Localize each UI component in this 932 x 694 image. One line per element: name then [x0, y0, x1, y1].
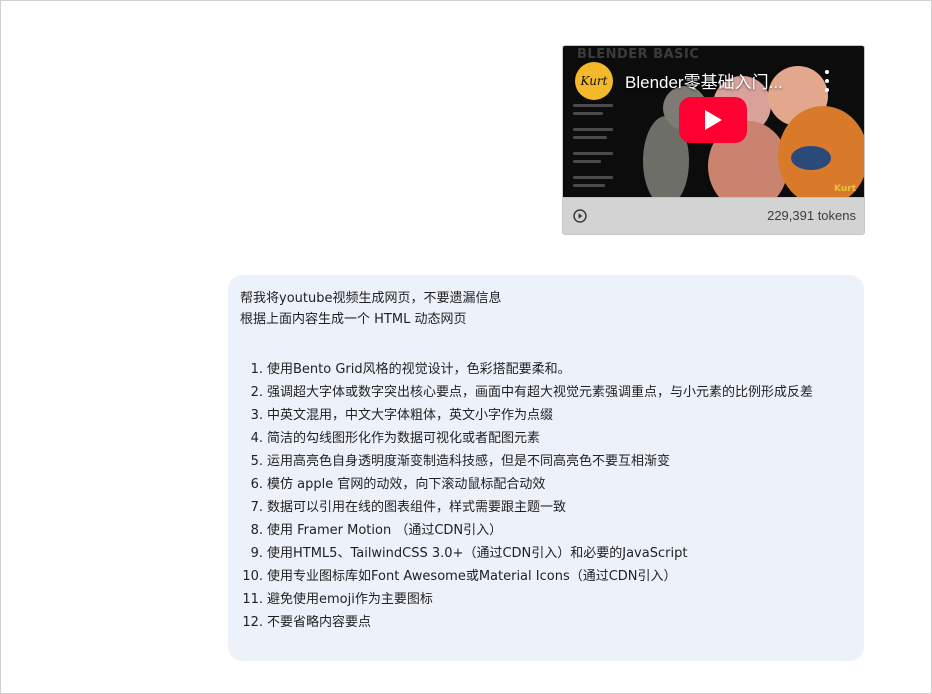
thumbnail-menu-text: [573, 160, 601, 163]
list-item-text: 使用HTML5、TailwindCSS 3.0+（通过CDN引入）和必要的Jav…: [267, 546, 688, 561]
thumbnail-menu-text: [573, 152, 613, 155]
thumbnail-menu-text: [573, 184, 605, 187]
requirements-list: 1. 使用Bento Grid风格的视觉设计，色彩搭配要柔和。 2. 强调超大字体或…: [240, 358, 813, 634]
list-item-text: 使用 Framer Motion （通过CDN引入）: [267, 523, 503, 538]
message-line-2: 根据上面内容生成一个 HTML 动态网页: [240, 312, 467, 327]
token-count: 229,391 tokens: [767, 208, 856, 223]
list-item: 7. 数据可以引用在线的图表组件，样式需要跟主题一致: [240, 496, 813, 519]
video-title[interactable]: Blender零基础入门...: [625, 68, 783, 93]
video-attachment-card[interactable]: BLENDER BASIC Kurt Blender零基础入门... Kurt: [562, 45, 865, 235]
youtube-play-button[interactable]: [679, 97, 747, 143]
list-item: 11. 避免使用emoji作为主要图标: [240, 588, 813, 611]
thumbnail-menu-text: [573, 128, 613, 131]
thumbnail-menu-text: [573, 136, 607, 139]
list-item: 2. 强调超大字体或数字突出核心要点，画面中有超大视觉元素强调重点，与小元素的比例…: [240, 381, 813, 404]
message-line-1: 帮我将youtube视频生成网页，不要遗漏信息: [240, 291, 502, 306]
list-item-text: 避免使用emoji作为主要图标: [267, 592, 433, 607]
list-item-text: 数据可以引用在线的图表组件，样式需要跟主题一致: [267, 500, 567, 515]
video-thumbnail[interactable]: BLENDER BASIC Kurt Blender零基础入门... Kurt: [563, 46, 864, 197]
play-icon: [705, 110, 722, 130]
list-item: 10. 使用专业图标库如Font Awesome或Material Icons（通…: [240, 565, 813, 588]
thumbnail-menu-text: [573, 112, 603, 115]
more-options-icon[interactable]: [820, 70, 834, 92]
thumbnail-corner-mark: Kurt: [834, 184, 856, 194]
list-item-text: 使用Bento Grid风格的视觉设计，色彩搭配要柔和。: [267, 362, 571, 377]
thumbnail-watermark: BLENDER BASIC: [577, 47, 700, 62]
list-item-text: 中英文混用，中文大字体粗体，英文小字作为点缀: [267, 408, 554, 423]
user-message-bubble: 帮我将youtube视频生成网页，不要遗漏信息 根据上面内容生成一个 HTML …: [228, 275, 864, 661]
list-item: 9. 使用HTML5、TailwindCSS 3.0+（通过CDN引入）和必要的J…: [240, 542, 813, 565]
list-item: 1. 使用Bento Grid风格的视觉设计，色彩搭配要柔和。: [240, 358, 813, 381]
list-item-text: 不要省略内容要点: [267, 615, 372, 630]
channel-avatar[interactable]: Kurt: [575, 62, 613, 100]
list-item-text: 简洁的勾线图形化作为数据可视化或者配图元素: [267, 431, 541, 446]
list-item: 3. 中英文混用，中文大字体粗体，英文小字作为点缀: [240, 404, 813, 427]
list-item: 4. 简洁的勾线图形化作为数据可视化或者配图元素: [240, 427, 813, 450]
thumbnail-menu-text: [573, 104, 613, 107]
list-item: 5. 运用高亮色自身透明度渐变制造科技感，但是不同高亮色不要互相渐变: [240, 450, 813, 473]
thumbnail-figure-collar: [791, 146, 831, 170]
list-item-text: 运用高亮色自身透明度渐变制造科技感，但是不同高亮色不要互相渐变: [267, 454, 671, 469]
list-item: 12. 不要省略内容要点: [240, 611, 813, 634]
thumbnail-menu-text: [573, 176, 613, 179]
channel-avatar-text: Kurt: [580, 74, 608, 88]
message-intro: 帮我将youtube视频生成网页，不要遗漏信息 根据上面内容生成一个 HTML …: [240, 288, 501, 330]
play-circle-icon: [573, 209, 587, 223]
list-item: 8. 使用 Framer Motion （通过CDN引入）: [240, 519, 813, 542]
list-item-text: 模仿 apple 官网的动效，向下滚动鼠标配合动效: [267, 477, 546, 492]
list-item: 6. 模仿 apple 官网的动效，向下滚动鼠标配合动效: [240, 473, 813, 496]
list-item-text: 强调超大字体或数字突出核心要点，画面中有超大视觉元素强调重点，与小元素的比例形成…: [267, 385, 814, 400]
video-card-footer: 229,391 tokens: [563, 197, 864, 234]
list-item-text: 使用专业图标库如Font Awesome或Material Icons（通过CD…: [267, 569, 677, 584]
